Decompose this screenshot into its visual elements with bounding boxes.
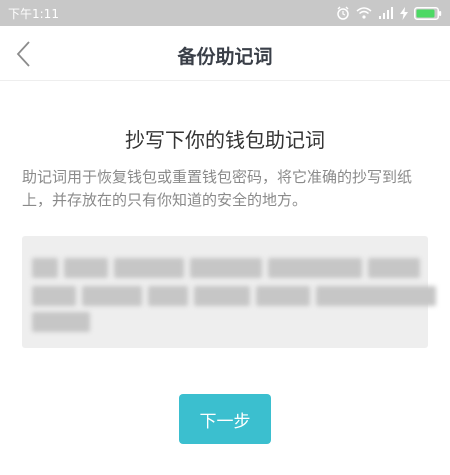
wifi-icon [356,7,372,19]
blurred-word [368,258,420,278]
charging-icon [400,6,408,20]
blurred-word [148,286,188,306]
mnemonic-row [32,312,90,332]
description-text: 助记词用于恢复钱包或重置钱包密码，将它准确的抄写到纸上，并存放在的只有你知道的安… [22,168,413,209]
alarm-icon [337,6,349,20]
nav-bar: 备份助记词 [0,26,450,81]
status-time: 下午1:11 [8,7,59,21]
blurred-word [194,286,250,306]
battery-icon [414,6,442,20]
section-heading: 抄写下你的钱包助记词 [125,128,325,152]
mnemonic-row [32,258,420,278]
signal-icon [379,7,393,19]
blurred-word [82,286,142,306]
blurred-word [256,286,310,306]
mnemonic-display [22,236,436,348]
blurred-word [268,258,362,278]
blurred-word [32,258,58,278]
blurred-word [32,286,76,306]
status-bar: 下午1:11 [0,0,450,26]
blurred-word [64,258,108,278]
blurred-word [316,286,436,306]
next-step-button[interactable]: 下一步 [179,394,271,444]
mnemonic-row [32,286,436,306]
blurred-word [190,258,262,278]
page-title: 备份助记词 [177,46,273,68]
status-icons [336,5,442,21]
blurred-word [114,258,184,278]
blurred-word [32,312,90,332]
